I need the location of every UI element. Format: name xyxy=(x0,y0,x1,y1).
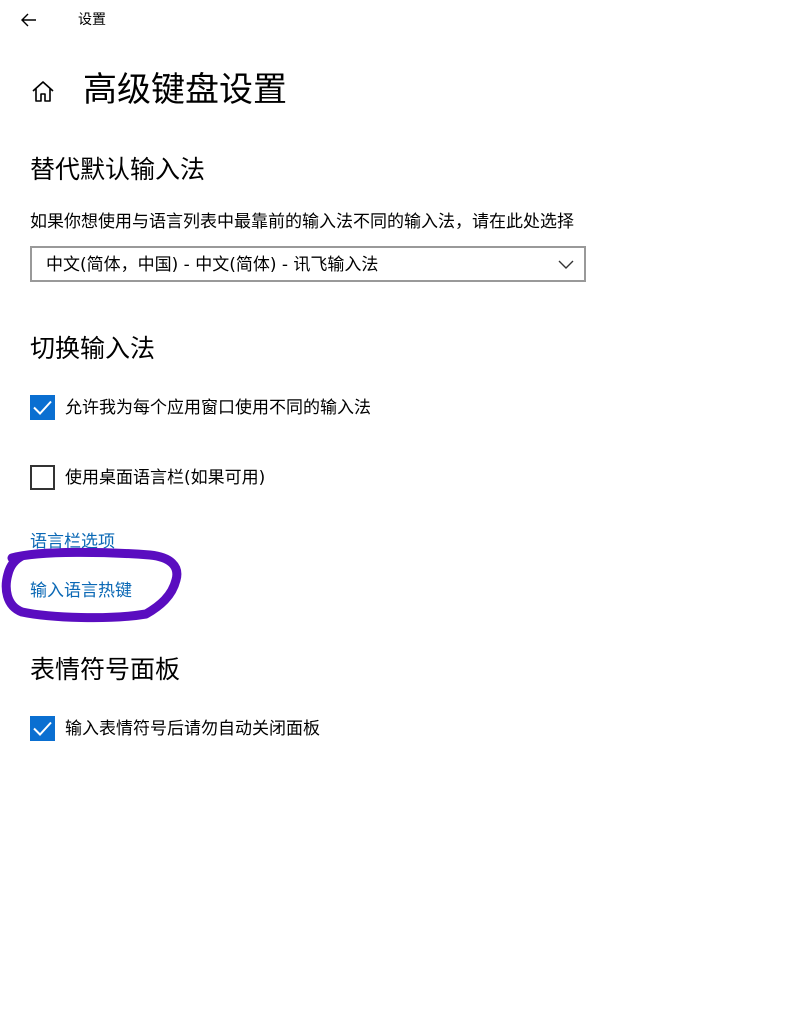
input-method-dropdown[interactable]: 中文(简体，中国) - 中文(简体) - 讯飞输入法 xyxy=(30,246,586,282)
per-app-input-checkbox[interactable] xyxy=(30,395,55,420)
checkmark-icon xyxy=(33,721,52,736)
switch-section-title: 切换输入法 xyxy=(30,334,156,363)
emoji-section-title: 表情符号面板 xyxy=(30,655,181,684)
language-bar-options-link[interactable]: 语言栏选项 xyxy=(30,530,115,554)
home-icon xyxy=(32,81,54,102)
page-title: 高级键盘设置 xyxy=(83,70,287,110)
dropdown-selected-value: 中文(简体，中国) - 中文(简体) - 讯飞输入法 xyxy=(46,255,379,275)
emoji-auto-close-checkbox[interactable] xyxy=(30,716,55,741)
desktop-language-bar-label: 使用桌面语言栏(如果可用) xyxy=(65,468,266,488)
input-language-hotkeys-link[interactable]: 输入语言热键 xyxy=(30,579,132,603)
desktop-language-bar-checkbox[interactable] xyxy=(30,465,55,490)
checkmark-icon xyxy=(33,400,52,415)
emoji-auto-close-label: 输入表情符号后请勿自动关闭面板 xyxy=(65,719,320,739)
override-section-title: 替代默认输入法 xyxy=(30,155,206,184)
home-button[interactable] xyxy=(30,78,56,106)
override-description: 如果你想使用与语言列表中最靠前的输入法不同的输入法，请在此处选择 xyxy=(30,212,574,232)
back-arrow-icon xyxy=(21,13,36,27)
per-app-input-label: 允许我为每个应用窗口使用不同的输入法 xyxy=(65,398,371,418)
back-button[interactable] xyxy=(14,6,44,34)
chevron-down-icon xyxy=(558,260,574,269)
app-title: 设置 xyxy=(78,12,106,28)
